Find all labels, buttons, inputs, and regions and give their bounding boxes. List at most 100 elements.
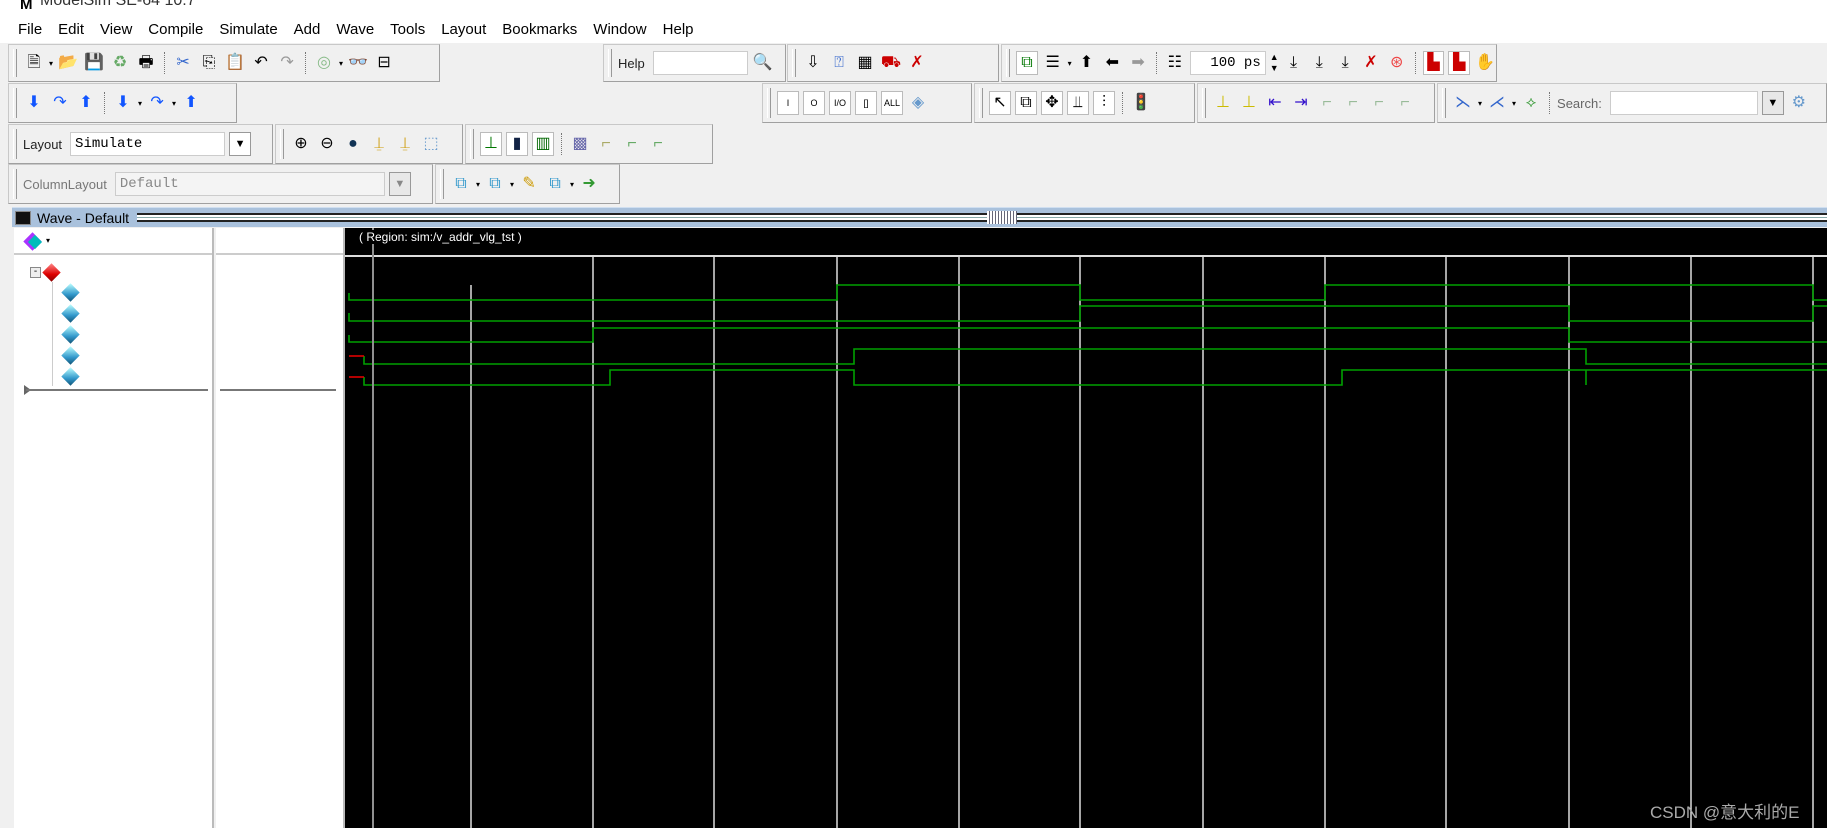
zoom-between-cursors-icon[interactable]: ⍊ bbox=[394, 132, 416, 156]
group-signal-icon[interactable] bbox=[42, 263, 61, 282]
previous-rising-edge-icon[interactable]: ⌐ bbox=[1368, 91, 1390, 115]
cut-icon[interactable]: ✂ bbox=[172, 51, 194, 75]
filter-options-icon[interactable]: ◈ bbox=[907, 91, 929, 115]
end-simulation-icon[interactable]: ✗ bbox=[906, 51, 928, 75]
simulate-icon[interactable]: ⇩ bbox=[802, 51, 824, 75]
signal-icon[interactable] bbox=[61, 304, 80, 323]
waveform-pane[interactable]: ( Region: sim:/v_addr_vlg_tst ) bbox=[345, 228, 1827, 828]
menu-bookmarks[interactable]: Bookmarks bbox=[502, 21, 577, 38]
menu-window[interactable]: Window bbox=[593, 21, 646, 38]
new-file-icon[interactable]: 🗎 bbox=[23, 51, 45, 75]
search-options-icon[interactable]: ⚙ bbox=[1788, 91, 1810, 115]
menu-help[interactable]: Help bbox=[663, 21, 694, 38]
menu-simulate[interactable]: Simulate bbox=[219, 21, 277, 38]
filter-output-button[interactable]: O bbox=[803, 91, 825, 115]
open-folder-icon[interactable]: 📂 bbox=[57, 51, 79, 75]
pan-mode-icon[interactable]: ✥ bbox=[1041, 91, 1063, 115]
insert-cursor-icon[interactable]: ⫶ bbox=[1093, 91, 1115, 115]
filter-input-button[interactable]: I bbox=[777, 91, 799, 115]
menu-view[interactable]: View bbox=[100, 21, 132, 38]
signal-icon[interactable] bbox=[61, 283, 80, 302]
wave-format-event-icon[interactable]: ▥ bbox=[532, 132, 554, 156]
select-mode-icon[interactable]: ↖ bbox=[989, 91, 1011, 115]
print-icon[interactable]: 🖶 bbox=[135, 51, 157, 75]
help-search-input[interactable] bbox=[652, 51, 748, 75]
remove-bookmark-icon[interactable]: ⧉ bbox=[484, 172, 506, 196]
help-search-icon[interactable]: 🔍 bbox=[752, 51, 774, 75]
waveform-canvas[interactable] bbox=[345, 228, 1827, 828]
add-cursor-icon[interactable]: ⊥ bbox=[1212, 91, 1234, 115]
layout-select[interactable] bbox=[70, 132, 226, 156]
expand-icon[interactable]: ⋌ bbox=[1486, 91, 1508, 115]
simulate-question-icon[interactable]: ⍰ bbox=[828, 51, 850, 75]
zoom-full-icon[interactable]: ● bbox=[342, 132, 364, 156]
zoom-out-icon[interactable]: ⊖ bbox=[316, 132, 338, 156]
step-into-icon[interactable]: ⬇ bbox=[23, 91, 45, 115]
run-icon[interactable]: ⤓ bbox=[1283, 51, 1305, 75]
arrow-up-icon[interactable]: ⬆ bbox=[1076, 51, 1098, 75]
menu-wave[interactable]: Wave bbox=[336, 21, 374, 38]
next-falling-edge-icon[interactable]: ⌐ bbox=[1342, 91, 1364, 115]
previous-falling-edge-icon[interactable]: ⌐ bbox=[1316, 91, 1338, 115]
signal-icon[interactable] bbox=[61, 367, 80, 386]
titlebar-grip-handle[interactable] bbox=[987, 211, 1017, 224]
run-length-input[interactable] bbox=[1189, 51, 1266, 75]
search-dropdown[interactable]: ▼ bbox=[1761, 91, 1784, 115]
break-icon[interactable]: ⛟ bbox=[880, 51, 902, 75]
signal-icon[interactable] bbox=[61, 346, 80, 365]
filter-inout-button[interactable]: I/O bbox=[829, 91, 851, 115]
memory-icon[interactable]: ▦ bbox=[854, 51, 876, 75]
arrow-left-icon[interactable]: ⬅ bbox=[1101, 51, 1123, 75]
compile-icon[interactable]: ◎ bbox=[313, 51, 335, 75]
undo-icon[interactable]: ↶ bbox=[250, 51, 272, 75]
run-length-stepper[interactable]: ▲ ▼ bbox=[1270, 52, 1279, 74]
menu-edit[interactable]: Edit bbox=[58, 21, 84, 38]
column-layout-dropdown-button[interactable]: ▼ bbox=[388, 172, 411, 196]
step-into-all-icon[interactable]: ⬇ bbox=[112, 91, 134, 115]
column-layout-select[interactable] bbox=[114, 172, 385, 196]
copy-icon[interactable]: ⎘ bbox=[198, 51, 220, 75]
find-binoculars-icon[interactable]: 👓 bbox=[347, 51, 369, 75]
wave-signals-menu-icon[interactable]: ▾ bbox=[23, 232, 54, 251]
zoom-mode-icon[interactable]: ⧉ bbox=[1015, 91, 1037, 115]
wave-rising-icon[interactable]: ⌐ bbox=[621, 132, 643, 156]
filter-all-button[interactable]: ALL bbox=[881, 91, 903, 115]
redo-icon[interactable]: ↷ bbox=[276, 51, 298, 75]
step-over-all-icon[interactable]: ↷ bbox=[146, 91, 168, 115]
zoom-region-icon[interactable]: ⬚ bbox=[420, 132, 442, 156]
search-input[interactable] bbox=[1609, 91, 1758, 115]
layout-dropdown-button[interactable]: ▼ bbox=[229, 132, 252, 156]
step-out-icon[interactable]: ⬆ bbox=[75, 91, 97, 115]
wave-format-literal-icon[interactable]: ⊥ bbox=[480, 132, 502, 156]
menu-add[interactable]: Add bbox=[294, 21, 321, 38]
menu-compile[interactable]: Compile bbox=[148, 21, 203, 38]
expand-all-icon[interactable]: ⟡ bbox=[1520, 91, 1542, 115]
menu-tools[interactable]: Tools bbox=[390, 21, 425, 38]
traffic-light-icon[interactable]: 🚦 bbox=[1130, 91, 1152, 115]
signal-icon[interactable] bbox=[61, 325, 80, 344]
delete-cursor-icon[interactable]: ⊥ bbox=[1238, 91, 1260, 115]
save-icon[interactable]: 💾 bbox=[83, 51, 105, 75]
hand-icon[interactable]: ✋ bbox=[1474, 51, 1496, 75]
restart-icon[interactable]: ⧉ bbox=[1016, 51, 1038, 75]
collapse-tree-button[interactable]: - bbox=[30, 267, 41, 278]
wave-falling-icon[interactable]: ⌐ bbox=[647, 132, 669, 156]
step-out-all-icon[interactable]: ⬆ bbox=[180, 91, 202, 115]
save-bookmark-icon[interactable]: ⧉ bbox=[544, 172, 566, 196]
run-length-icon[interactable]: ☷ bbox=[1164, 51, 1186, 75]
collapse-icon[interactable]: ⋋ bbox=[1452, 91, 1474, 115]
zoom-in-icon[interactable]: ⊕ bbox=[290, 132, 312, 156]
step-list-icon[interactable]: ☰ bbox=[1042, 51, 1064, 75]
performance-profile-icon[interactable]: ▙ bbox=[1422, 51, 1445, 75]
add-bookmark-icon[interactable]: ⧉ bbox=[450, 172, 472, 196]
memory-profile-icon[interactable]: ▙ bbox=[1448, 51, 1471, 75]
wave-expand-icon[interactable]: ▩ bbox=[569, 132, 591, 156]
step-over-icon[interactable]: ↷ bbox=[49, 91, 71, 115]
previous-transition-icon[interactable]: ⇤ bbox=[1264, 91, 1286, 115]
goto-bookmark-icon[interactable]: ➜ bbox=[578, 172, 600, 196]
wave-window-titlebar[interactable]: Wave - Default bbox=[12, 207, 1827, 227]
stop-icon[interactable]: ⊛ bbox=[1386, 51, 1408, 75]
break-run-icon[interactable]: ✗ bbox=[1360, 51, 1382, 75]
wave-edge-icon[interactable]: ⌐ bbox=[595, 132, 617, 156]
menu-layout[interactable]: Layout bbox=[441, 21, 486, 38]
